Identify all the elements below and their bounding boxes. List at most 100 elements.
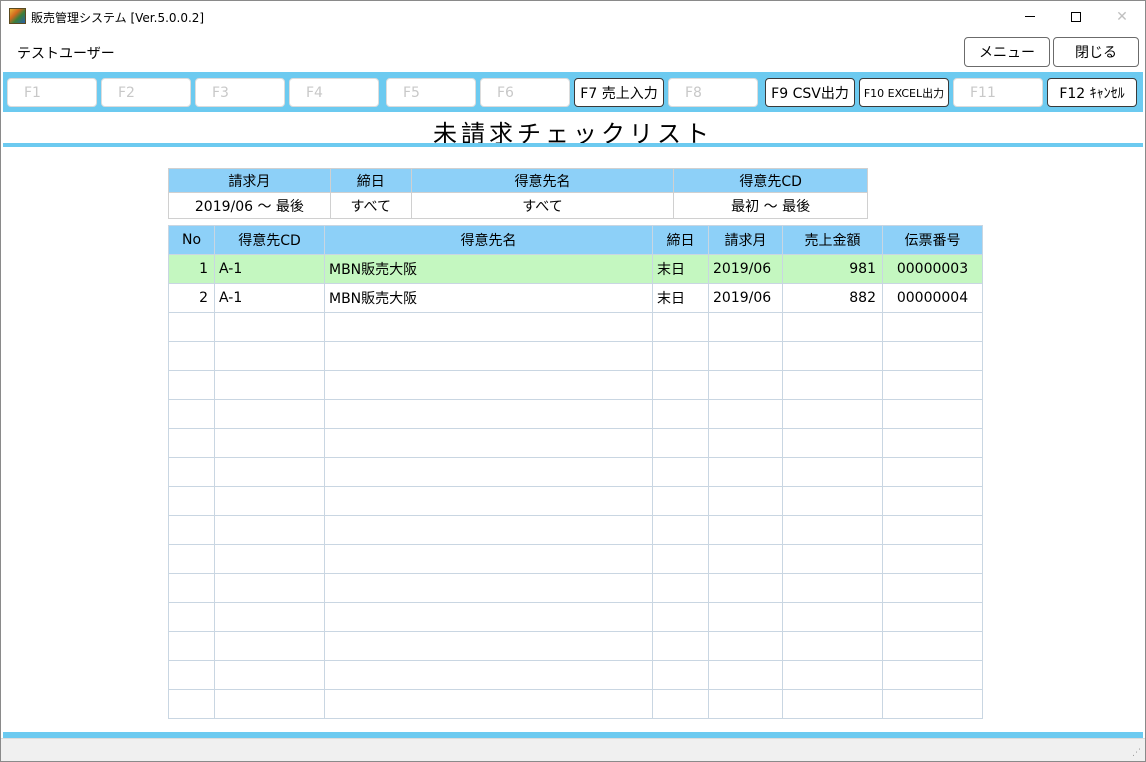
empty-cell[interactable]: [168, 544, 215, 574]
empty-cell[interactable]: [214, 428, 325, 458]
empty-cell[interactable]: [214, 660, 325, 690]
empty-table-row[interactable]: [168, 544, 983, 574]
cell-billing-month[interactable]: 2019/06: [708, 254, 783, 284]
empty-cell[interactable]: [652, 399, 709, 429]
empty-cell[interactable]: [882, 370, 983, 400]
empty-cell[interactable]: [168, 486, 215, 516]
empty-table-row[interactable]: [168, 602, 983, 632]
empty-cell[interactable]: [708, 544, 783, 574]
empty-cell[interactable]: [882, 428, 983, 458]
empty-cell[interactable]: [882, 515, 983, 545]
empty-cell[interactable]: [708, 486, 783, 516]
col-header-customer-cd[interactable]: 得意先CD: [214, 225, 325, 255]
cell-no[interactable]: 2: [168, 283, 215, 313]
cell-sales-amount[interactable]: 981: [782, 254, 883, 284]
cell-sales-amount[interactable]: 882: [782, 283, 883, 313]
empty-cell[interactable]: [882, 312, 983, 342]
resize-grip-icon[interactable]: ⋰: [1132, 749, 1141, 758]
empty-cell[interactable]: [214, 399, 325, 429]
fkey-f2[interactable]: F2: [101, 78, 191, 107]
col-header-sales-amount[interactable]: 売上金額: [782, 225, 883, 255]
empty-cell[interactable]: [324, 631, 653, 661]
empty-cell[interactable]: [168, 573, 215, 603]
empty-cell[interactable]: [782, 544, 883, 574]
empty-cell[interactable]: [782, 370, 883, 400]
empty-cell[interactable]: [708, 515, 783, 545]
empty-table-row[interactable]: [168, 631, 983, 661]
empty-cell[interactable]: [214, 544, 325, 574]
empty-cell[interactable]: [652, 689, 709, 719]
empty-cell[interactable]: [708, 660, 783, 690]
empty-cell[interactable]: [652, 544, 709, 574]
menu-button[interactable]: メニュー: [964, 37, 1050, 67]
cell-slip-number[interactable]: 00000003: [882, 254, 983, 284]
empty-cell[interactable]: [708, 602, 783, 632]
empty-cell[interactable]: [652, 631, 709, 661]
empty-cell[interactable]: [168, 312, 215, 342]
empty-cell[interactable]: [882, 689, 983, 719]
empty-cell[interactable]: [652, 660, 709, 690]
fkey-f1[interactable]: F1: [7, 78, 97, 107]
col-header-closing-day[interactable]: 締日: [652, 225, 709, 255]
empty-table-row[interactable]: [168, 515, 983, 545]
empty-cell[interactable]: [324, 486, 653, 516]
empty-cell[interactable]: [708, 457, 783, 487]
empty-cell[interactable]: [652, 457, 709, 487]
title-bar[interactable]: 販売管理システム [Ver.5.0.0.2] ✕: [1, 1, 1145, 32]
empty-cell[interactable]: [882, 486, 983, 516]
cell-closing-day[interactable]: 末日: [652, 283, 709, 313]
empty-table-row[interactable]: [168, 689, 983, 719]
fkey-f3[interactable]: F3: [195, 78, 285, 107]
empty-cell[interactable]: [782, 573, 883, 603]
empty-cell[interactable]: [168, 341, 215, 371]
empty-table-row[interactable]: [168, 660, 983, 690]
fkey-f8[interactable]: F8: [668, 78, 758, 107]
col-header-customer-name[interactable]: 得意先名: [324, 225, 653, 255]
fkey-f6[interactable]: F6: [480, 78, 570, 107]
empty-cell[interactable]: [882, 457, 983, 487]
fkey-f5[interactable]: F5: [386, 78, 476, 107]
cell-closing-day[interactable]: 末日: [652, 254, 709, 284]
cell-customer-cd[interactable]: A-1: [214, 254, 325, 284]
empty-cell[interactable]: [782, 399, 883, 429]
empty-cell[interactable]: [652, 370, 709, 400]
empty-table-row[interactable]: [168, 312, 983, 342]
cell-slip-number[interactable]: 00000004: [882, 283, 983, 313]
cell-customer-name[interactable]: MBN販売大阪: [324, 283, 653, 313]
empty-cell[interactable]: [882, 341, 983, 371]
cell-billing-month[interactable]: 2019/06: [708, 283, 783, 313]
empty-cell[interactable]: [324, 370, 653, 400]
empty-cell[interactable]: [782, 428, 883, 458]
empty-cell[interactable]: [882, 399, 983, 429]
fkey-f10-excel-export[interactable]: F10 EXCEL出力: [859, 78, 949, 107]
window-close-button[interactable]: ✕: [1099, 1, 1145, 32]
empty-cell[interactable]: [652, 573, 709, 603]
empty-cell[interactable]: [214, 312, 325, 342]
cell-customer-cd[interactable]: A-1: [214, 283, 325, 313]
empty-cell[interactable]: [708, 631, 783, 661]
empty-cell[interactable]: [214, 573, 325, 603]
empty-cell[interactable]: [168, 515, 215, 545]
empty-cell[interactable]: [782, 515, 883, 545]
table-row[interactable]: 1 A-1 MBN販売大阪 末日 2019/06 981 00000003: [168, 254, 983, 284]
empty-cell[interactable]: [324, 602, 653, 632]
empty-cell[interactable]: [708, 399, 783, 429]
empty-cell[interactable]: [324, 399, 653, 429]
empty-cell[interactable]: [168, 631, 215, 661]
empty-cell[interactable]: [782, 486, 883, 516]
empty-table-row[interactable]: [168, 428, 983, 458]
empty-cell[interactable]: [708, 341, 783, 371]
col-header-slip-number[interactable]: 伝票番号: [882, 225, 983, 255]
empty-cell[interactable]: [214, 486, 325, 516]
empty-cell[interactable]: [882, 544, 983, 574]
empty-cell[interactable]: [324, 660, 653, 690]
empty-cell[interactable]: [214, 602, 325, 632]
empty-cell[interactable]: [324, 544, 653, 574]
maximize-button[interactable]: [1053, 1, 1099, 32]
empty-cell[interactable]: [214, 341, 325, 371]
empty-cell[interactable]: [214, 370, 325, 400]
empty-cell[interactable]: [168, 689, 215, 719]
empty-cell[interactable]: [214, 631, 325, 661]
empty-cell[interactable]: [214, 689, 325, 719]
empty-cell[interactable]: [882, 631, 983, 661]
